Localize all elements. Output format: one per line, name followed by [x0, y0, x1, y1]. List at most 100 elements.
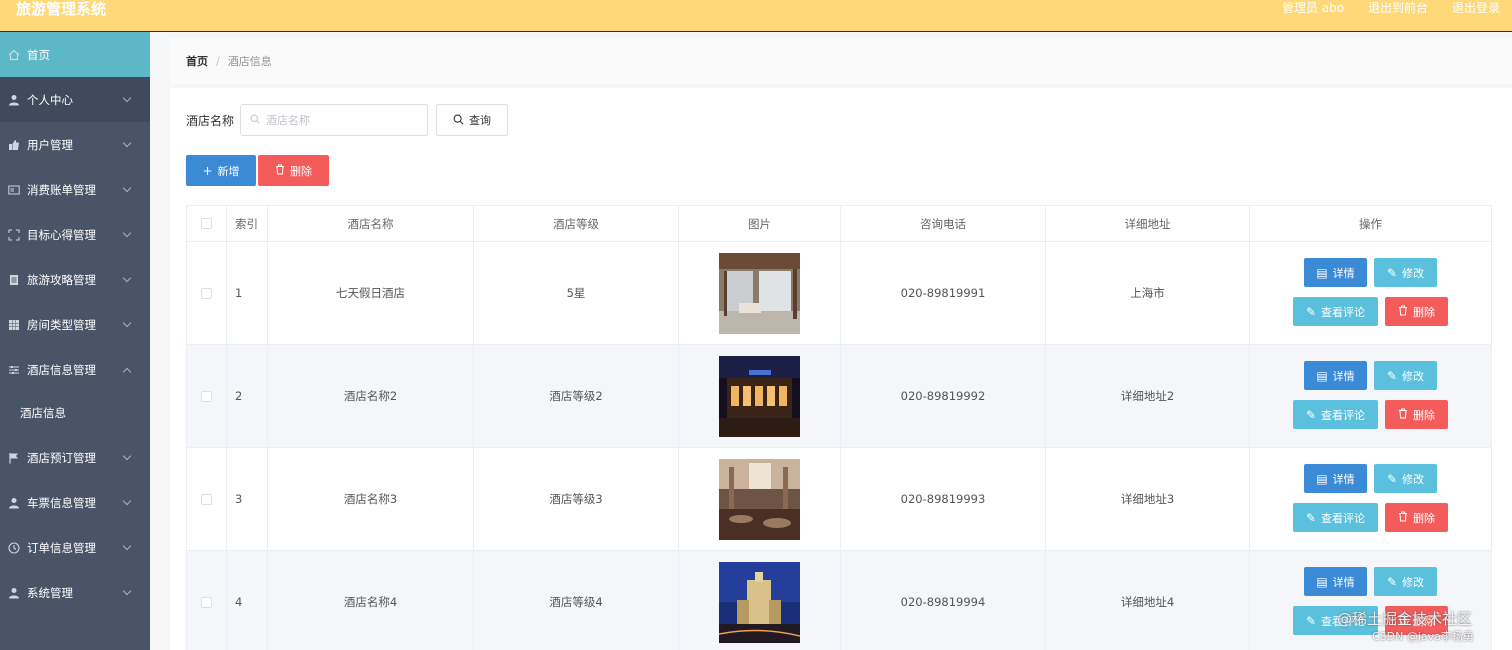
sidebar-item-hotel-booking-management[interactable]: 酒店预订管理	[0, 435, 150, 480]
sidebar-item-label: 系统管理	[27, 585, 73, 600]
edit-button[interactable]: ✎ 修改	[1374, 464, 1437, 493]
document-icon: ▤	[1316, 574, 1328, 589]
person-icon	[8, 587, 20, 599]
doc-icon	[8, 274, 20, 286]
search-label: 酒店名称	[186, 114, 235, 128]
detail-button[interactable]: ▤ 详情	[1304, 258, 1367, 287]
sidebar-subitem-hotel-info[interactable]: 酒店信息	[0, 393, 150, 433]
add-button[interactable]: + 新增	[186, 155, 256, 186]
row-checkbox[interactable]	[201, 493, 212, 505]
sidebar-item-bill-management[interactable]: 消费账单管理	[0, 167, 150, 212]
row-index: 2	[227, 345, 268, 447]
view-reviews-button[interactable]: ✎ 查看评论	[1293, 400, 1378, 429]
sidebar-item-goal-management[interactable]: 目标心得管理	[0, 212, 150, 257]
trash-icon	[1398, 408, 1408, 421]
query-button[interactable]: 查询	[436, 104, 508, 136]
detail-button-label: 详情	[1332, 472, 1355, 486]
sidebar-item-hotel-info-management[interactable]: 酒店信息管理	[0, 347, 150, 392]
row-checkbox[interactable]	[201, 390, 212, 402]
breadcrumb-separator: /	[216, 54, 220, 68]
sidebar-item-travel-guide-management[interactable]: 旅游攻略管理	[0, 257, 150, 302]
detail-button[interactable]: ▤ 详情	[1304, 567, 1367, 596]
breadcrumb-current: 酒店信息	[227, 55, 272, 68]
row-address: 详细地址3	[1046, 448, 1250, 550]
detail-button-label: 详情	[1332, 266, 1355, 280]
sidebar-item-system-management[interactable]: 系统管理	[0, 570, 150, 615]
view-reviews-button[interactable]: ✎ 查看评论	[1293, 503, 1378, 532]
breadcrumb: 首页 / 酒店信息	[170, 38, 1512, 84]
edit-button[interactable]: ✎ 修改	[1374, 258, 1437, 287]
hotel-name-search-input[interactable]	[266, 113, 416, 127]
row-hotel-name: 酒店名称2	[268, 345, 474, 447]
sidebar-item-room-type-management[interactable]: 房间类型管理	[0, 302, 150, 347]
pencil-icon: ✎	[1305, 407, 1317, 422]
flag-icon	[8, 452, 20, 464]
hotel-table: 索引 酒店名称 酒店等级 图片 咨询电话 详细地址 操作 1 七天假日酒店 5星…	[186, 205, 1492, 650]
view-reviews-button-label: 查看评论	[1321, 408, 1366, 422]
watermark-juejin: @稀土掘金技术社区	[1337, 610, 1473, 628]
sidebar-subitem-label: 酒店信息	[20, 406, 66, 420]
view-reviews-button[interactable]: ✎ 查看评论	[1293, 297, 1378, 326]
hotel-tower-night-photo[interactable]	[719, 561, 800, 643]
row-address: 详细地址2	[1046, 345, 1250, 447]
delete-button[interactable]: 删除	[1385, 503, 1448, 532]
trash-icon	[1398, 511, 1408, 524]
chevron-down-icon	[122, 273, 132, 282]
row-select-cell	[187, 242, 227, 344]
row-checkbox[interactable]	[201, 287, 212, 299]
detail-button-label: 详情	[1332, 575, 1355, 589]
sidebar-item-personal-center[interactable]: 个人中心	[0, 77, 150, 122]
edit-button-label: 修改	[1402, 369, 1425, 383]
chevron-up-icon	[122, 367, 132, 376]
delete-button[interactable]: 删除	[1385, 400, 1448, 429]
chevron-down-icon	[122, 451, 132, 460]
query-button-label: 查询	[469, 114, 491, 127]
grid-icon	[8, 319, 20, 331]
delete-button[interactable]: 删除	[1385, 297, 1448, 326]
admin-user-label[interactable]: 管理员 abo	[1282, 0, 1344, 16]
breadcrumb-home[interactable]: 首页	[186, 53, 208, 69]
edit-button-label: 修改	[1402, 472, 1425, 486]
edit-button[interactable]: ✎ 修改	[1374, 361, 1437, 390]
detail-button[interactable]: ▤ 详情	[1304, 361, 1367, 390]
chevron-down-icon	[122, 228, 132, 237]
hotel-restaurant-photo[interactable]	[719, 458, 800, 540]
row-hotel-name: 七天假日酒店	[268, 242, 474, 344]
sidebar-item-order-management[interactable]: 订单信息管理	[0, 525, 150, 570]
delete-button-label: 删除	[1413, 305, 1435, 319]
sidebar-item-home[interactable]: 首页	[0, 32, 150, 77]
table-row: 2 酒店名称2 酒店等级2 020-89819992 详细地址2 ▤ 详情 ✎ 修改	[187, 345, 1491, 448]
logout-link[interactable]: 退出登录	[1452, 0, 1500, 16]
select-all-checkbox[interactable]	[201, 218, 212, 229]
document-icon: ▤	[1316, 265, 1328, 280]
trash-icon	[275, 164, 285, 177]
add-button-label: 新增	[217, 164, 240, 178]
search-input-wrapper[interactable]	[240, 104, 428, 136]
header-phone: 咨询电话	[841, 206, 1046, 241]
clock-icon	[8, 541, 20, 554]
edit-button[interactable]: ✎ 修改	[1374, 567, 1437, 596]
exit-to-front-link[interactable]: 退出到前台	[1368, 0, 1428, 16]
row-hotel-level: 酒店等级3	[474, 448, 679, 550]
pencil-icon: ✎	[1305, 510, 1317, 525]
row-hotel-name: 酒店名称3	[268, 448, 474, 550]
delete-button-label: 删除	[1413, 408, 1435, 422]
detail-button[interactable]: ▤ 详情	[1304, 464, 1367, 493]
pencil-icon: ✎	[1386, 265, 1398, 280]
chevron-down-icon	[122, 183, 132, 192]
row-hotel-level: 5星	[474, 242, 679, 344]
sidebar-item-ticket-management[interactable]: 车票信息管理	[0, 480, 150, 525]
delete-button-label: 删除	[1413, 511, 1435, 525]
hotel-night-facade-photo[interactable]	[719, 355, 800, 437]
table-row: 1 七天假日酒店 5星 020-89819991 上海市 ▤ 详情 ✎ 修改 ✎ 查看…	[187, 242, 1491, 345]
row-checkbox[interactable]	[201, 596, 212, 608]
search-icon	[250, 113, 260, 127]
row-actions: ▤ 详情 ✎ 修改 ✎ 查看评论 删除	[1250, 345, 1491, 447]
sidebar-item-user-management[interactable]: 用户管理	[0, 122, 150, 167]
row-address: 详细地址4	[1046, 551, 1250, 650]
row-index: 3	[227, 448, 268, 550]
batch-delete-button[interactable]: 删除	[258, 155, 329, 186]
sidebar-item-label: 车票信息管理	[27, 495, 96, 510]
hotel-lobby-photo[interactable]	[719, 252, 800, 334]
header-image: 图片	[679, 206, 841, 241]
